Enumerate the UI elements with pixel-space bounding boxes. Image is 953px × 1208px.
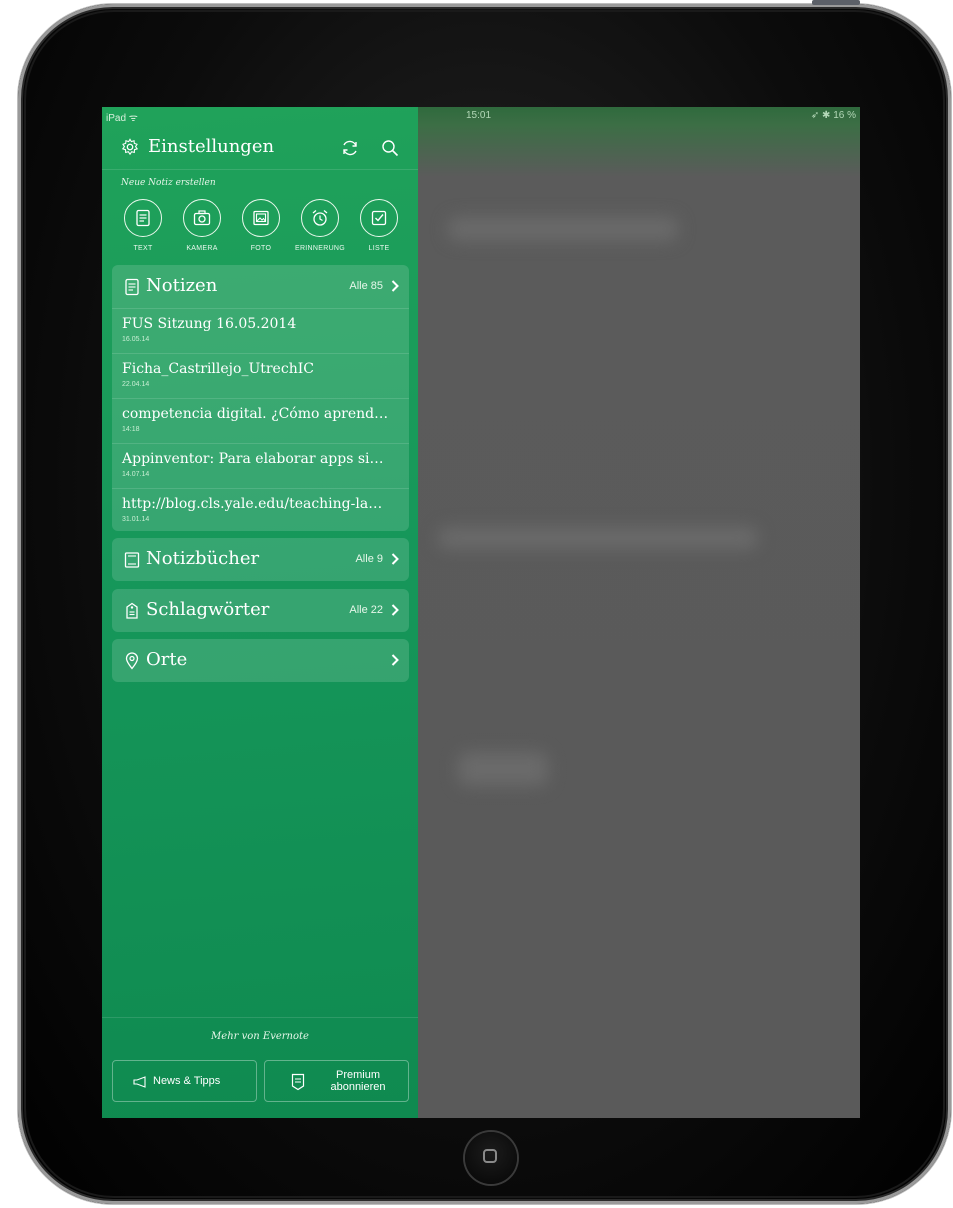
alarm-icon (312, 210, 328, 226)
photo-icon (253, 210, 269, 226)
tags-count: Alle 22 (349, 604, 383, 616)
location-pin-icon (125, 652, 139, 670)
note-content-overlay[interactable] (418, 107, 860, 1118)
more-from-evernote-label: Mehr von Evernote (211, 1031, 309, 1042)
search-icon[interactable] (380, 138, 400, 158)
note-date: 16.05.14 (122, 336, 150, 343)
places-section[interactable]: Orte (112, 639, 409, 682)
tags-section-title: Schlagwörter (146, 599, 270, 620)
gear-icon[interactable] (121, 138, 139, 156)
text-note-icon (136, 209, 150, 227)
chevron-right-icon (391, 280, 399, 292)
note-date: 31.01.14 (122, 516, 150, 523)
notes-count: Alle 85 (349, 280, 383, 292)
checklist-icon (371, 210, 387, 226)
note-icon (125, 278, 139, 296)
blurred-text-line (438, 527, 758, 549)
photo-action-label: FOTO (250, 245, 272, 252)
notes-section-header[interactable]: Notizen Alle 85 (112, 265, 409, 308)
checklist-action-label: LISTE (368, 245, 390, 252)
home-square-icon (483, 1149, 497, 1163)
tags-section[interactable]: Schlagwörter Alle 22 (112, 589, 409, 632)
note-date: 22.04.14 (122, 381, 150, 388)
new-text-note-button[interactable]: TEXT (113, 199, 173, 252)
premium-label-line1: Premium (335, 1069, 380, 1081)
camera-action-label: KAMERA (186, 245, 218, 252)
note-list-item[interactable]: Appinventor: Para elaborar apps si… 14.0… (112, 443, 409, 488)
note-date: 14:18 (122, 426, 140, 433)
note-date: 14.07.14 (122, 471, 150, 478)
status-device: iPad ᯤ (106, 113, 138, 124)
note-title: FUS Sitzung 16.05.2014 (122, 316, 297, 332)
blurred-text-line (458, 752, 548, 786)
note-list-item[interactable]: Ficha_Castrillejo_UtrechIC 22.04.14 (112, 353, 409, 398)
new-camera-note-button[interactable]: KAMERA (172, 199, 232, 252)
sidebar-header: Einstellungen (102, 127, 418, 170)
notebooks-section[interactable]: Notizbücher Alle 9 (112, 538, 409, 581)
blurred-text-line (448, 217, 678, 241)
news-tips-label: News & Tipps (153, 1075, 221, 1087)
megaphone-icon (133, 1076, 146, 1088)
tag-icon (126, 602, 138, 619)
premium-badge-icon (291, 1073, 305, 1091)
premium-label-line2: abonnieren (330, 1081, 386, 1093)
notebooks-count: Alle 9 (355, 553, 383, 565)
note-title: Appinventor: Para elaborar apps si… (122, 451, 384, 467)
sleep-button (812, 0, 860, 5)
notes-section-title: Notizen (146, 275, 218, 296)
note-title: Ficha_Castrillejo_UtrechIC (122, 361, 314, 377)
chevron-right-icon (391, 604, 399, 616)
notebook-icon (124, 552, 140, 568)
text-action-label: TEXT (133, 245, 153, 252)
reminder-action-label: ERINNERUNG (294, 245, 346, 252)
note-title: competencia digital. ¿Cómo aprend… (122, 406, 389, 422)
ipad-screen: iPad ᯤ Einstellungen Neue Notiz erstelle… (102, 107, 860, 1118)
chevron-right-icon (391, 553, 399, 565)
sync-icon[interactable] (340, 138, 360, 158)
footer-divider (102, 1017, 418, 1018)
note-list-item[interactable]: FUS Sitzung 16.05.2014 16.05.14 (112, 308, 409, 353)
chevron-right-icon (391, 654, 399, 666)
note-title: http://blog.cls.yale.edu/teaching-la… (122, 496, 383, 512)
home-button[interactable] (465, 1132, 517, 1184)
news-tips-button[interactable]: News & Tipps (112, 1060, 257, 1102)
status-time: 15:01 (466, 110, 492, 121)
new-photo-note-button[interactable]: FOTO (231, 199, 291, 252)
note-list-item[interactable]: http://blog.cls.yale.edu/teaching-la… 31… (112, 488, 409, 533)
new-checklist-button[interactable]: LISTE (349, 199, 409, 252)
notes-section: Notizen Alle 85 FUS Sitzung 16.05.2014 1… (112, 265, 409, 531)
note-list-item[interactable]: competencia digital. ¿Cómo aprend… 14:18 (112, 398, 409, 443)
sidebar: iPad ᯤ Einstellungen Neue Notiz erstelle… (102, 107, 418, 1118)
camera-icon (193, 210, 211, 226)
settings-title[interactable]: Einstellungen (148, 136, 274, 157)
status-battery: ➶ ✱ 16 % (810, 110, 856, 121)
premium-subscribe-button[interactable]: Premium abonnieren (264, 1060, 409, 1102)
new-reminder-button[interactable]: ERINNERUNG (290, 199, 350, 252)
new-note-label: Neue Notiz erstellen (121, 178, 216, 188)
notebooks-section-title: Notizbücher (146, 548, 260, 569)
places-section-title: Orte (146, 649, 188, 670)
